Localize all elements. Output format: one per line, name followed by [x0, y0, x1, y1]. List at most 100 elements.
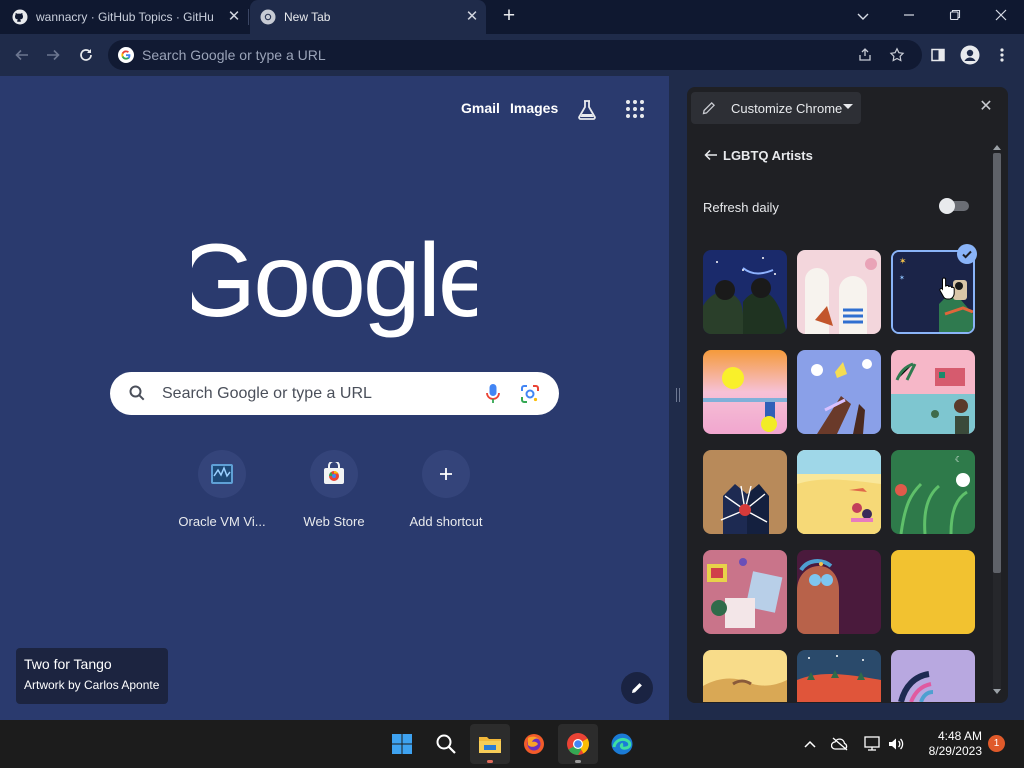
- notification-badge[interactable]: 1: [988, 735, 1005, 752]
- tab-strip: wannacry · GitHub Topics · GitHub ✕ New …: [0, 0, 1024, 34]
- background-thumbnail[interactable]: [891, 550, 975, 634]
- background-thumbnail[interactable]: [797, 550, 881, 634]
- chrome-labs-flask-icon[interactable]: [575, 98, 599, 122]
- selected-check-icon: [957, 244, 977, 264]
- chrome-taskbar-icon[interactable]: [558, 724, 598, 764]
- svg-text:✶: ✶: [899, 257, 907, 267]
- scroll-up-arrow-icon[interactable]: [993, 145, 1001, 150]
- background-thumbnail[interactable]: [703, 650, 787, 702]
- ntp-search-box[interactable]: Search Google or type a URL: [110, 372, 559, 415]
- customize-chrome-panel: Customize Chrome ✕ LGBTQ Artists Refresh…: [687, 87, 1008, 703]
- tab-close-icon[interactable]: ✕: [226, 9, 242, 25]
- toggle-knob: [939, 198, 955, 214]
- clock-time: 4:48 AM: [937, 729, 982, 743]
- pencil-icon: [632, 683, 642, 693]
- background-thumbnail[interactable]: [703, 450, 787, 534]
- ntp-search-placeholder: Search Google or type a URL: [162, 385, 372, 402]
- close-window-icon[interactable]: [987, 4, 1015, 28]
- web-store-icon: [324, 462, 344, 484]
- menu-kebab-icon[interactable]: [989, 42, 1015, 68]
- windows-taskbar: 4:48 AM 8/29/2023 1: [0, 720, 1024, 768]
- tab-title: wannacry · GitHub Topics · GitHub: [36, 10, 214, 24]
- app-running-indicator: [575, 760, 581, 763]
- tab-new-tab[interactable]: New Tab ✕: [250, 0, 486, 34]
- clock-date: 8/29/2023: [928, 744, 982, 758]
- collection-back-button[interactable]: LGBTQ Artists: [703, 147, 813, 163]
- background-thumbnail[interactable]: [703, 250, 787, 334]
- collection-title: LGBTQ Artists: [723, 147, 813, 163]
- side-panel-resize-handle[interactable]: [669, 76, 687, 720]
- shortcut-icon-circle: [198, 450, 246, 498]
- voice-search-mic-icon[interactable]: [484, 383, 502, 405]
- tab-separator: [248, 9, 249, 25]
- background-thumbnail[interactable]: [797, 350, 881, 434]
- bookmark-star-icon[interactable]: [886, 44, 908, 66]
- firefox-icon[interactable]: [514, 724, 554, 764]
- reload-icon[interactable]: [73, 42, 99, 68]
- background-thumbnail[interactable]: [797, 450, 881, 534]
- new-tab-page: Gmail Images Google Search Google or typ…: [0, 76, 669, 720]
- background-thumbnail[interactable]: [891, 650, 975, 702]
- google-apps-grid-icon[interactable]: [624, 98, 646, 120]
- shortcut-icon-circle: [422, 450, 470, 498]
- refresh-daily-label: Refresh daily: [703, 200, 779, 215]
- shortcut-web-store[interactable]: Web Store: [282, 450, 386, 529]
- chrome-icon: [260, 9, 276, 25]
- refresh-daily-toggle[interactable]: [939, 197, 971, 215]
- shortcut-label: Oracle VM Vi...: [178, 514, 266, 529]
- tab-close-icon[interactable]: ✕: [464, 9, 480, 25]
- gmail-link[interactable]: Gmail: [461, 100, 500, 116]
- app-running-indicator: [487, 760, 493, 763]
- background-thumbnail[interactable]: [703, 350, 787, 434]
- address-bar[interactable]: Search Google or type a URL: [108, 40, 922, 70]
- dropdown-label: Customize Chrome: [731, 100, 843, 116]
- browser-toolbar: Search Google or type a URL: [0, 34, 1024, 76]
- shortcut-oracle-vm[interactable]: Oracle VM Vi...: [170, 450, 274, 529]
- svg-text:☾: ☾: [955, 455, 962, 464]
- show-hidden-icons-chevron-icon[interactable]: [800, 734, 820, 754]
- cloud-offline-icon[interactable]: [830, 734, 850, 754]
- panel-scrollbar[interactable]: [991, 143, 1003, 699]
- edge-icon[interactable]: [602, 724, 642, 764]
- forward-arrow-icon[interactable]: [40, 42, 66, 68]
- google-lens-icon[interactable]: [520, 384, 540, 404]
- minimize-icon[interactable]: [895, 4, 923, 28]
- side-panel-icon[interactable]: [925, 42, 951, 68]
- restore-icon[interactable]: [941, 4, 969, 28]
- google-logo: Google: [192, 228, 477, 339]
- volume-icon[interactable]: [886, 734, 906, 754]
- new-tab-button[interactable]: +: [498, 5, 520, 27]
- shortcut-label: Web Store: [303, 514, 365, 529]
- file-explorer-icon[interactable]: [470, 724, 510, 764]
- scroll-down-arrow-icon[interactable]: [993, 689, 1001, 694]
- tab-github[interactable]: wannacry · GitHub Topics · GitHub ✕: [12, 0, 248, 34]
- profile-avatar-icon[interactable]: [957, 42, 983, 68]
- background-attribution[interactable]: Two for Tango Artwork by Carlos Aponte: [16, 648, 168, 704]
- windows-start-icon[interactable]: [382, 724, 422, 764]
- omnibox-placeholder: Search Google or type a URL: [142, 47, 326, 63]
- side-panel-selector-dropdown[interactable]: Customize Chrome: [691, 92, 861, 124]
- close-icon[interactable]: ✕: [978, 99, 994, 115]
- background-thumbnail[interactable]: ☾: [891, 450, 975, 534]
- background-thumbnail[interactable]: [797, 250, 881, 334]
- svg-text:Google: Google: [192, 228, 477, 339]
- scroll-thumb[interactable]: [993, 153, 1001, 573]
- taskbar-search-icon[interactable]: [426, 724, 466, 764]
- customize-pencil-button[interactable]: [621, 672, 653, 704]
- mouse-cursor-icon: [939, 277, 955, 300]
- attribution-artist: Artwork by Carlos Aponte: [24, 678, 160, 692]
- add-shortcut-button[interactable]: Add shortcut: [394, 450, 498, 529]
- system-clock[interactable]: 4:48 AM 8/29/2023: [912, 729, 982, 759]
- github-icon: [12, 9, 28, 25]
- images-link[interactable]: Images: [510, 100, 558, 116]
- background-thumbnail[interactable]: [891, 350, 975, 434]
- background-thumbnail[interactable]: [797, 650, 881, 702]
- network-icon[interactable]: [862, 734, 882, 754]
- tab-search-icon[interactable]: [849, 4, 877, 28]
- share-icon[interactable]: [854, 44, 876, 66]
- background-thumbnail[interactable]: [703, 550, 787, 634]
- plus-icon: [440, 468, 452, 480]
- google-g-icon: [118, 47, 134, 63]
- back-arrow-icon[interactable]: [9, 42, 35, 68]
- svg-text:✶: ✶: [899, 274, 905, 282]
